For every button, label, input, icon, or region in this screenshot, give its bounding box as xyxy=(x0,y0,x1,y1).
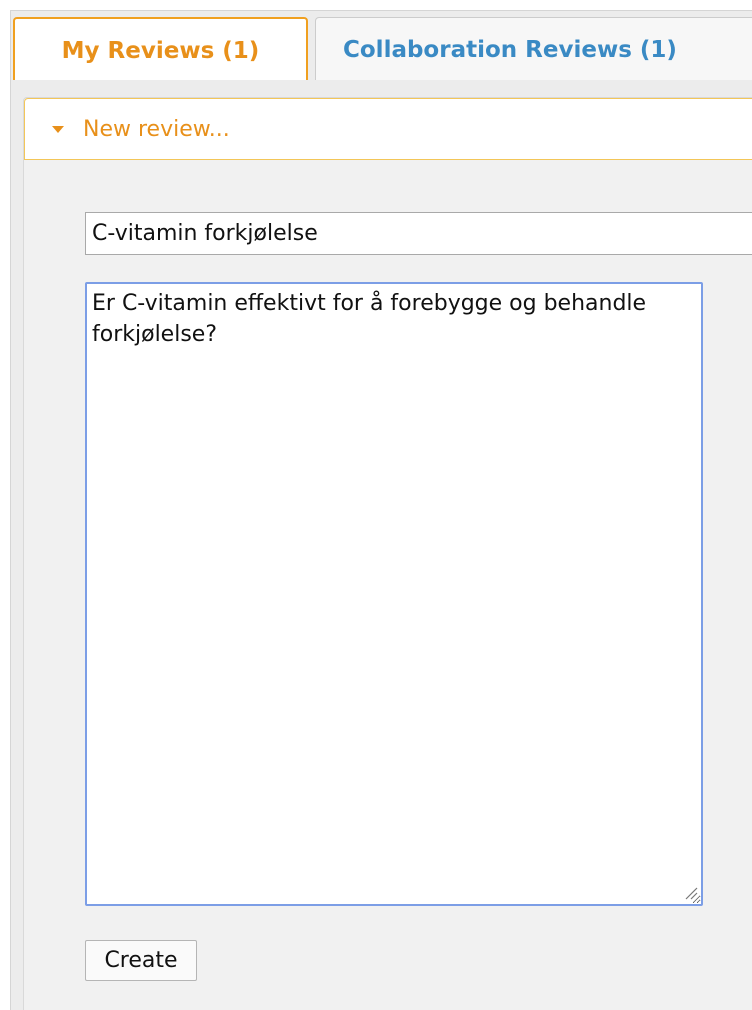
tab-collaboration-reviews[interactable]: Collaboration Reviews (1) xyxy=(315,17,752,81)
tab-my-reviews-label: My Reviews (1) xyxy=(61,38,260,64)
review-description-textarea[interactable]: Er C-vitamin effektivt for å forebygge o… xyxy=(85,282,703,906)
resize-grip-icon[interactable] xyxy=(684,886,698,900)
tab-my-reviews[interactable]: My Reviews (1) xyxy=(13,17,308,83)
new-review-header[interactable]: New review... xyxy=(24,98,752,160)
page: My Reviews (1) Collaboration Reviews (1)… xyxy=(0,0,752,1010)
tab-collaboration-reviews-label: Collaboration Reviews (1) xyxy=(343,36,677,63)
tab-bar: My Reviews (1) Collaboration Reviews (1) xyxy=(10,10,752,83)
new-review-section: New review... Er C-vitamin effektivt for… xyxy=(23,97,752,1010)
caret-down-icon xyxy=(52,125,64,133)
new-review-title: New review... xyxy=(83,116,230,142)
create-button[interactable]: Create xyxy=(85,940,197,981)
tab-panel: New review... Er C-vitamin effektivt for… xyxy=(10,80,752,1010)
review-title-input[interactable] xyxy=(85,212,752,255)
